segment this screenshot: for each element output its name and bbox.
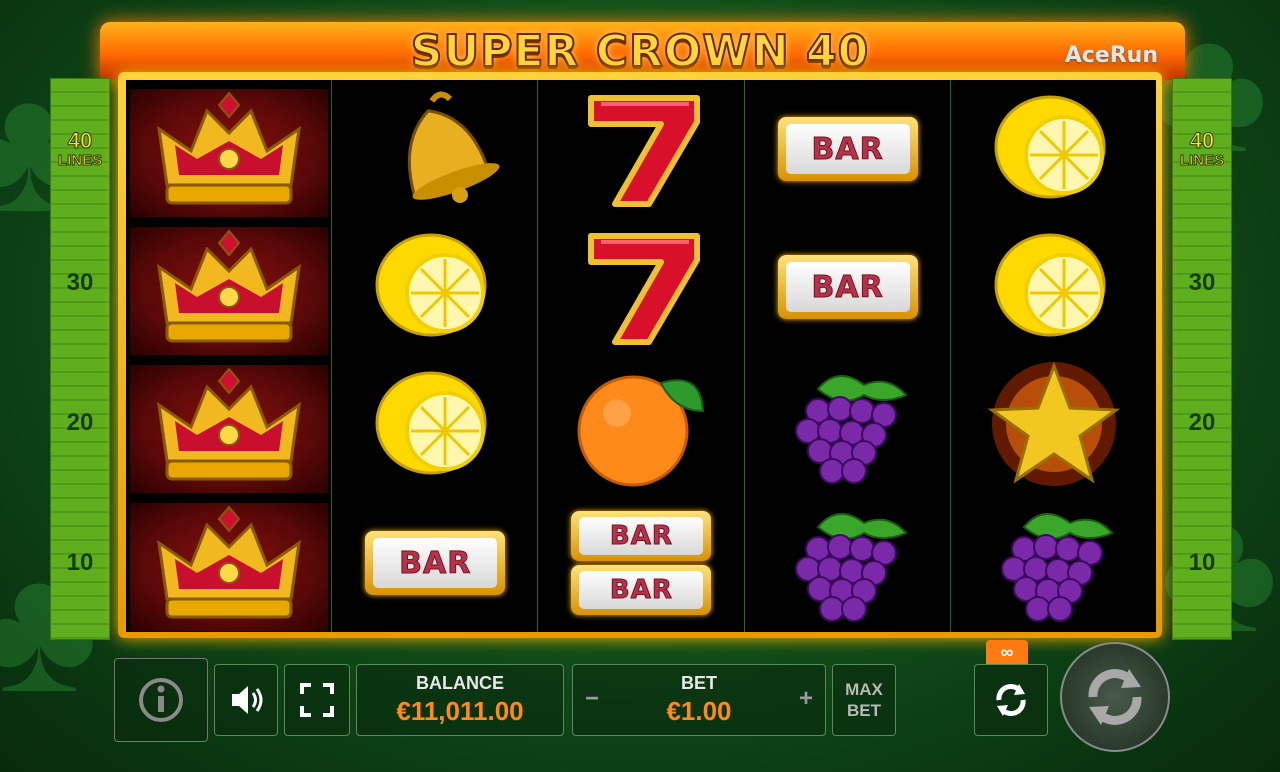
crown-icon xyxy=(130,227,328,355)
bet-increase-button[interactable]: + xyxy=(799,685,813,713)
lines-count: 40 LINES xyxy=(57,128,103,170)
crown-icon xyxy=(130,89,328,217)
line-mark-10: 10 xyxy=(66,549,94,576)
line-mark-10: 10 xyxy=(1188,549,1216,576)
reel-2: BAR xyxy=(332,80,539,632)
autoplay-icon xyxy=(996,684,1026,716)
seven-icon xyxy=(538,218,744,356)
reel-3: BAR BAR xyxy=(538,80,745,632)
spin-icon xyxy=(1088,669,1142,725)
line-mark-30: 30 xyxy=(1188,269,1216,296)
line-mark-20: 20 xyxy=(1188,409,1216,436)
bet-label: BET xyxy=(681,673,717,693)
bet-value: €1.00 xyxy=(666,696,732,726)
max-bet-label-2: BET xyxy=(847,701,881,720)
autoplay-count-badge: ∞ xyxy=(986,640,1028,664)
lemon-icon xyxy=(332,218,538,356)
seven-icon xyxy=(538,80,744,218)
reel-4: BAR BAR xyxy=(745,80,951,632)
balance-value: €11,011.00 xyxy=(396,696,524,726)
bet-control: − BET €1.00 + xyxy=(572,664,826,736)
info-icon xyxy=(139,678,183,722)
fullscreen-icon xyxy=(300,683,334,717)
line-mark-20: 20 xyxy=(66,409,94,436)
bar-tile: BAR xyxy=(571,565,712,615)
lemon-icon xyxy=(332,356,538,494)
reel-5 xyxy=(951,80,1156,632)
crown-icon xyxy=(130,503,328,631)
double-bar-stack: BAR BAR xyxy=(571,511,712,615)
max-bet-button[interactable]: MAX BET xyxy=(832,664,896,736)
bar-tile: BAR xyxy=(571,511,712,561)
bell-icon xyxy=(332,80,538,218)
bar-text: BAR xyxy=(785,262,910,312)
bet-decrease-button[interactable]: − xyxy=(585,685,599,713)
grapes-icon xyxy=(745,356,951,494)
lemon-icon xyxy=(951,218,1157,356)
info-button[interactable] xyxy=(114,658,208,742)
lines-panel-left: 40 LINES 30 20 10 xyxy=(50,78,110,640)
speaker-icon xyxy=(232,686,263,714)
bar-tile: BAR xyxy=(777,255,918,319)
double-bar-icon: BAR BAR xyxy=(538,494,744,632)
star-icon xyxy=(951,356,1157,494)
lines-count: 40 LINES xyxy=(1179,128,1225,170)
spin-button[interactable] xyxy=(1060,642,1170,752)
brand-logo: AceRun xyxy=(1064,43,1158,68)
balance-label: BALANCE xyxy=(416,673,504,693)
bar-text: BAR xyxy=(579,571,704,609)
crown-icon xyxy=(130,365,328,493)
grapes-icon xyxy=(745,494,951,632)
bar-text: BAR xyxy=(373,538,498,588)
bar-text: BAR xyxy=(785,124,910,174)
sound-button[interactable] xyxy=(214,664,278,736)
max-bet-label-1: MAX xyxy=(845,680,883,699)
autoplay-button[interactable] xyxy=(974,664,1048,736)
bar-tile: BAR xyxy=(365,531,506,595)
lemon-icon xyxy=(951,80,1157,218)
bar-icon: BAR xyxy=(745,218,951,356)
reels-area: BAR BAR BAR BAR BAR xyxy=(126,80,1156,632)
orange-icon xyxy=(538,356,744,494)
reel-1 xyxy=(126,80,333,632)
grapes-icon xyxy=(951,494,1157,632)
lines-panel-right: 40 LINES 30 20 10 xyxy=(1172,78,1232,640)
bar-text: BAR xyxy=(579,517,704,555)
line-mark-30: 30 xyxy=(66,269,94,296)
balance-display: BALANCE €11,011.00 xyxy=(356,664,564,736)
bar-tile: BAR xyxy=(777,117,918,181)
fullscreen-button[interactable] xyxy=(284,664,350,736)
bar-icon: BAR xyxy=(332,494,538,632)
bar-icon: BAR xyxy=(745,80,951,218)
